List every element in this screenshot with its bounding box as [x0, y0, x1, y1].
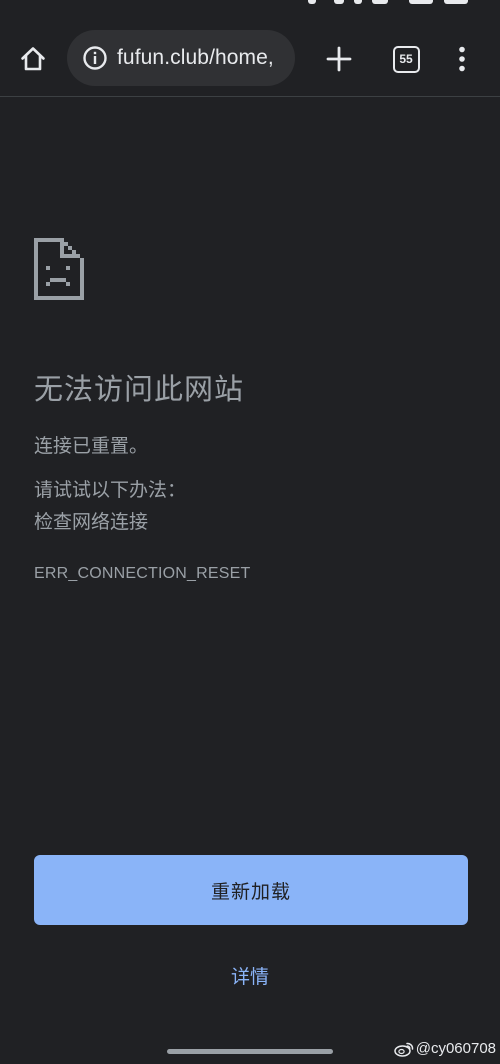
- info-icon[interactable]: [81, 44, 109, 72]
- kebab-menu-icon: [459, 46, 465, 72]
- new-tab-button[interactable]: [316, 36, 362, 82]
- tab-count: 55: [399, 52, 413, 66]
- error-title: 无法访问此网站: [34, 372, 245, 406]
- error-description: 连接已重置。: [34, 435, 149, 457]
- menu-button[interactable]: [439, 36, 485, 82]
- browser-toolbar: fufun.club/home, 55: [0, 22, 500, 96]
- reload-button[interactable]: 重新加载: [34, 855, 468, 925]
- url-text[interactable]: fufun.club/home,: [117, 46, 274, 70]
- tab-switcher-icon: 55: [392, 45, 420, 73]
- status-icon: [308, 0, 316, 4]
- address-bar[interactable]: fufun.club/home,: [67, 30, 295, 86]
- signal-icon: [409, 0, 433, 4]
- reload-button-label: 重新加载: [210, 880, 291, 903]
- suggestions-heading: 请试试以下办法：: [34, 479, 187, 501]
- status-icon: [372, 0, 388, 4]
- sad-document-icon: [34, 238, 84, 300]
- home-button[interactable]: [10, 36, 56, 82]
- suggestion-item: 检查网络连接: [34, 511, 149, 533]
- home-icon: [21, 47, 45, 71]
- status-bar: [0, 0, 500, 10]
- plus-icon: [326, 46, 352, 72]
- gesture-navigation-bar[interactable]: [167, 1049, 333, 1054]
- details-link[interactable]: 详情: [0, 962, 500, 989]
- tab-switcher-button[interactable]: 55: [383, 36, 429, 82]
- watermark: @cy060708: [393, 1040, 496, 1057]
- watermark-handle: @cy060708: [415, 1040, 496, 1057]
- error-code: ERR_CONNECTION_RESET: [34, 565, 251, 582]
- weibo-logo-icon: [393, 1042, 413, 1057]
- toolbar-divider: [0, 96, 500, 97]
- status-icon: [334, 0, 344, 4]
- battery-icon: [444, 0, 468, 4]
- status-icon: [354, 0, 362, 4]
